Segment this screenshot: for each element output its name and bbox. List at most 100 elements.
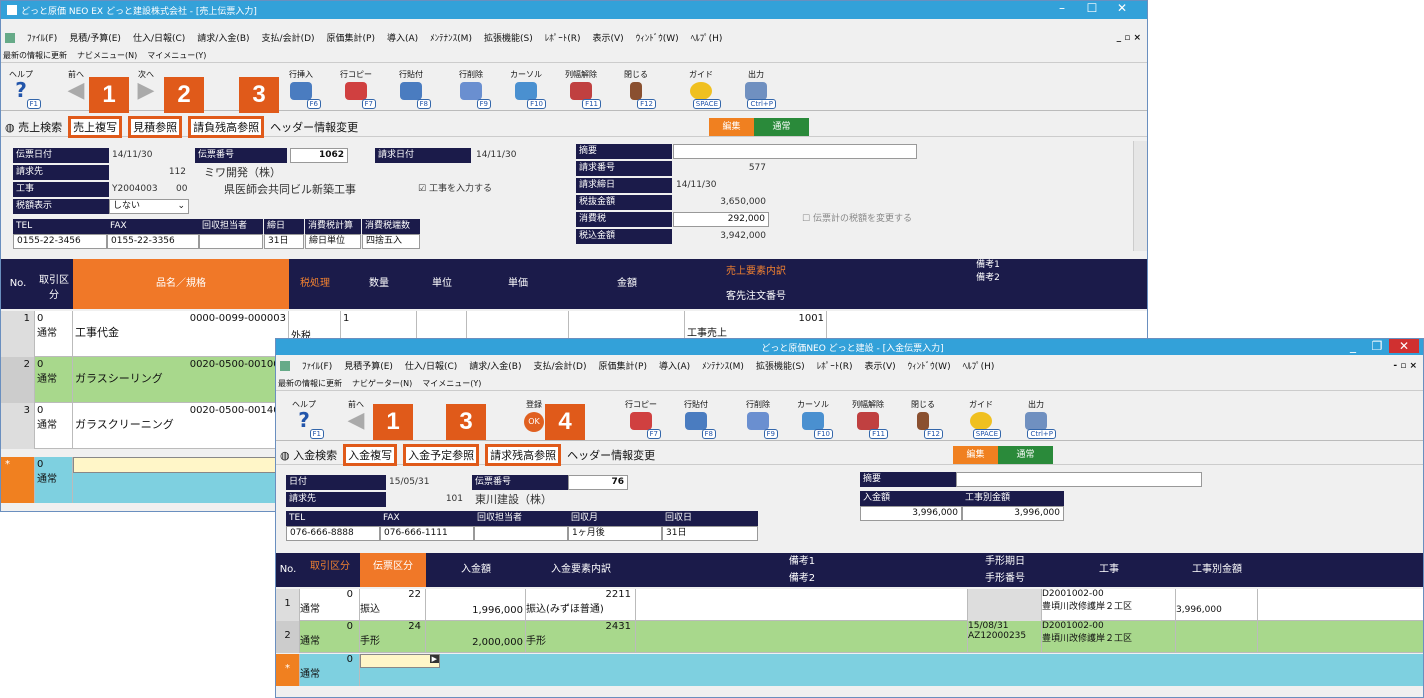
menu-item[interactable]: 導入(A) xyxy=(387,31,418,44)
mdi-controls[interactable]: _ ▫ × xyxy=(1117,33,1141,43)
minimize-icon[interactable]: – xyxy=(1047,1,1077,15)
doc-icon xyxy=(5,32,15,43)
memo-input[interactable] xyxy=(673,144,917,159)
navigator-link[interactable]: ナビゲーター(N) xyxy=(352,378,412,389)
project-name: 県医師会共同ビル新築工事 xyxy=(224,183,356,196)
mode-normal-badge: 通常 xyxy=(998,446,1053,464)
menu-item[interactable]: ｳｨﾝﾄﾞｳ(W) xyxy=(908,359,951,372)
project-input-checkbox[interactable]: ☑ 工事を入力する xyxy=(415,182,535,197)
menu-item[interactable]: 表示(V) xyxy=(864,359,895,372)
menu-item[interactable]: ﾒﾝﾃﾅﾝｽ(M) xyxy=(430,31,472,44)
col-header: 入金要素内訳 xyxy=(526,553,636,587)
row-paste-button[interactable]: 行貼付 F8 xyxy=(676,399,716,441)
menu-item[interactable]: 支払/会計(D) xyxy=(534,359,587,372)
next-button[interactable]: 次へ ▶ xyxy=(126,69,166,111)
menu-item[interactable]: ﾌｧｲﾙ(F) xyxy=(27,31,57,44)
refresh-link[interactable]: 最新の情報に更新 xyxy=(3,50,67,61)
row-insert-button[interactable]: 行挿入 F6 xyxy=(281,69,321,111)
menu-item[interactable]: ﾍﾙﾌﾟ(H) xyxy=(691,31,723,44)
guide-button[interactable]: ガイド SPACE xyxy=(961,399,1001,441)
col-reset-button[interactable]: 列幅解除 F11 xyxy=(561,69,601,111)
my-menu-link[interactable]: マイメニュー(Y) xyxy=(147,50,206,61)
col-header: 税処理 xyxy=(289,259,341,309)
menu-item[interactable]: ﾚﾎﾟｰﾄ(R) xyxy=(817,359,853,372)
contract-balance-button[interactable]: 請負残高参照 xyxy=(188,115,265,138)
close-button[interactable]: 閉じる F12 xyxy=(903,399,943,441)
project-amount-value: 3,996,000 xyxy=(962,506,1064,521)
table-row[interactable]: 2 0 通常 24 手形 2,000,000 2431 手形 15/08/31 AZ12… xyxy=(276,621,1423,653)
menu-item[interactable]: ｳｨﾝﾄﾞｳ(W) xyxy=(636,31,679,44)
client-code[interactable]: 112 xyxy=(109,165,189,180)
close-button[interactable]: 閉じる F12 xyxy=(616,69,656,111)
menu-item[interactable]: 支払/会計(D) xyxy=(262,31,315,44)
project-code[interactable]: Y2004003 xyxy=(109,182,169,197)
sales-search-button[interactable]: ◍ 売上検索 xyxy=(5,119,62,135)
row-copy-button[interactable]: 行コピー F7 xyxy=(621,399,661,441)
row-copy-button[interactable]: 行コピー F7 xyxy=(336,69,376,111)
guide-button[interactable]: ガイド SPACE xyxy=(681,69,721,111)
cursor-button[interactable]: カーソル F10 xyxy=(793,399,833,441)
row-delete-button[interactable]: 行削除 F9 xyxy=(451,69,491,111)
payment-search-button[interactable]: ◍ 入金検索 xyxy=(280,447,337,463)
menu-item[interactable]: 請求/入金(B) xyxy=(469,359,521,372)
row-paste-button[interactable]: 行貼付 F8 xyxy=(391,69,431,111)
tax-display-select[interactable]: しない ⌄ xyxy=(109,199,189,214)
menu-item[interactable]: 仕入/日報(C) xyxy=(133,31,185,44)
menu-item[interactable]: 表示(V) xyxy=(593,31,624,44)
menu-item[interactable]: 請求/入金(B) xyxy=(197,31,249,44)
col-header: 金額 xyxy=(569,259,685,309)
slip-date-value[interactable]: 14/11/30 xyxy=(109,148,169,163)
close-icon[interactable]: ✕ xyxy=(1107,1,1137,15)
menu-item[interactable]: 拡張機能(S) xyxy=(756,359,805,372)
help-button[interactable]: ヘルプ ? F1 xyxy=(1,69,41,111)
sales-copy-button[interactable]: 売上複写 xyxy=(68,115,123,138)
menu-item[interactable]: ﾍﾙﾌﾟ(H) xyxy=(963,359,995,372)
maximize-icon[interactable]: ☐ xyxy=(1077,1,1107,15)
menu-item[interactable]: 原価集計(P) xyxy=(327,31,375,44)
menu-item[interactable]: ﾌｧｲﾙ(F) xyxy=(302,359,332,372)
table-row[interactable]: * 0 通常 ▶ xyxy=(276,654,1423,686)
header-change-button[interactable]: ヘッダー情報変更 xyxy=(270,119,358,135)
table-row[interactable]: 1 0 通常 22 振込 1,996,000 2211 振込(みずほ普通) D2001… xyxy=(276,589,1423,621)
payment-copy-button[interactable]: 入金複写 xyxy=(343,443,398,466)
tax-override-checkbox[interactable]: ☐ 伝票計の税額を変更する xyxy=(799,212,959,227)
menu-item[interactable]: 見積/予算(E) xyxy=(69,31,121,44)
mdi-controls[interactable]: - ▫ × xyxy=(1393,361,1417,371)
item-code-input[interactable] xyxy=(73,457,289,473)
slip-no-input[interactable]: 76 xyxy=(568,475,628,490)
date-value[interactable]: 15/05/31 xyxy=(386,475,466,490)
billing-date-value[interactable]: 14/11/30 xyxy=(473,148,533,163)
tax-value[interactable]: 292,000 xyxy=(673,212,769,227)
slip-type-input[interactable]: ▶ xyxy=(360,654,440,668)
restore-icon[interactable]: ❐ xyxy=(1365,339,1389,353)
minimize-icon[interactable]: _ xyxy=(1341,339,1365,353)
menu-item[interactable]: 仕入/日報(C) xyxy=(405,359,457,372)
output-button[interactable]: 出力 Ctrl+P xyxy=(736,69,776,111)
client-code[interactable]: 101 xyxy=(386,492,466,507)
menu-item[interactable]: 見積予算(E) xyxy=(344,359,393,372)
menu-item[interactable]: 原価集計(P) xyxy=(599,359,647,372)
menu-item[interactable]: ﾚﾎﾟｰﾄ(R) xyxy=(545,31,581,44)
menu-item[interactable]: 拡張機能(S) xyxy=(484,31,533,44)
navi-menu-link[interactable]: ナビメニュー(N) xyxy=(77,50,137,61)
billing-balance-ref-button[interactable]: 請求残高参照 xyxy=(485,443,562,466)
prev-button[interactable]: 前へ ◀ xyxy=(336,399,376,441)
my-menu-link[interactable]: マイメニュー(Y) xyxy=(422,378,481,389)
cursor-button[interactable]: カーソル F10 xyxy=(506,69,546,111)
menu-item[interactable]: ﾒﾝﾃﾅﾝｽ(M) xyxy=(702,359,744,372)
slip-no-input[interactable]: 1062 xyxy=(290,148,348,163)
project-sub[interactable]: 00 xyxy=(173,182,197,197)
help-button[interactable]: ヘルプ ? F1 xyxy=(284,399,324,441)
memo-input[interactable] xyxy=(956,472,1202,487)
payment-schedule-ref-button[interactable]: 入金予定参照 xyxy=(403,443,480,466)
close-icon[interactable]: ✕ xyxy=(1389,339,1419,353)
row-delete-button[interactable]: 行削除 F9 xyxy=(738,399,778,441)
refresh-link[interactable]: 最新の情報に更新 xyxy=(278,378,342,389)
header-scrollbar[interactable] xyxy=(1133,141,1147,251)
menu-item[interactable]: 導入(A) xyxy=(659,359,690,372)
output-button[interactable]: 出力 Ctrl+P xyxy=(1016,399,1056,441)
header-change-button[interactable]: ヘッダー情報変更 xyxy=(567,447,655,463)
row-delete-icon xyxy=(747,412,769,430)
estimate-ref-button[interactable]: 見積参照 xyxy=(128,115,183,138)
col-reset-button[interactable]: 列幅解除 F11 xyxy=(848,399,888,441)
